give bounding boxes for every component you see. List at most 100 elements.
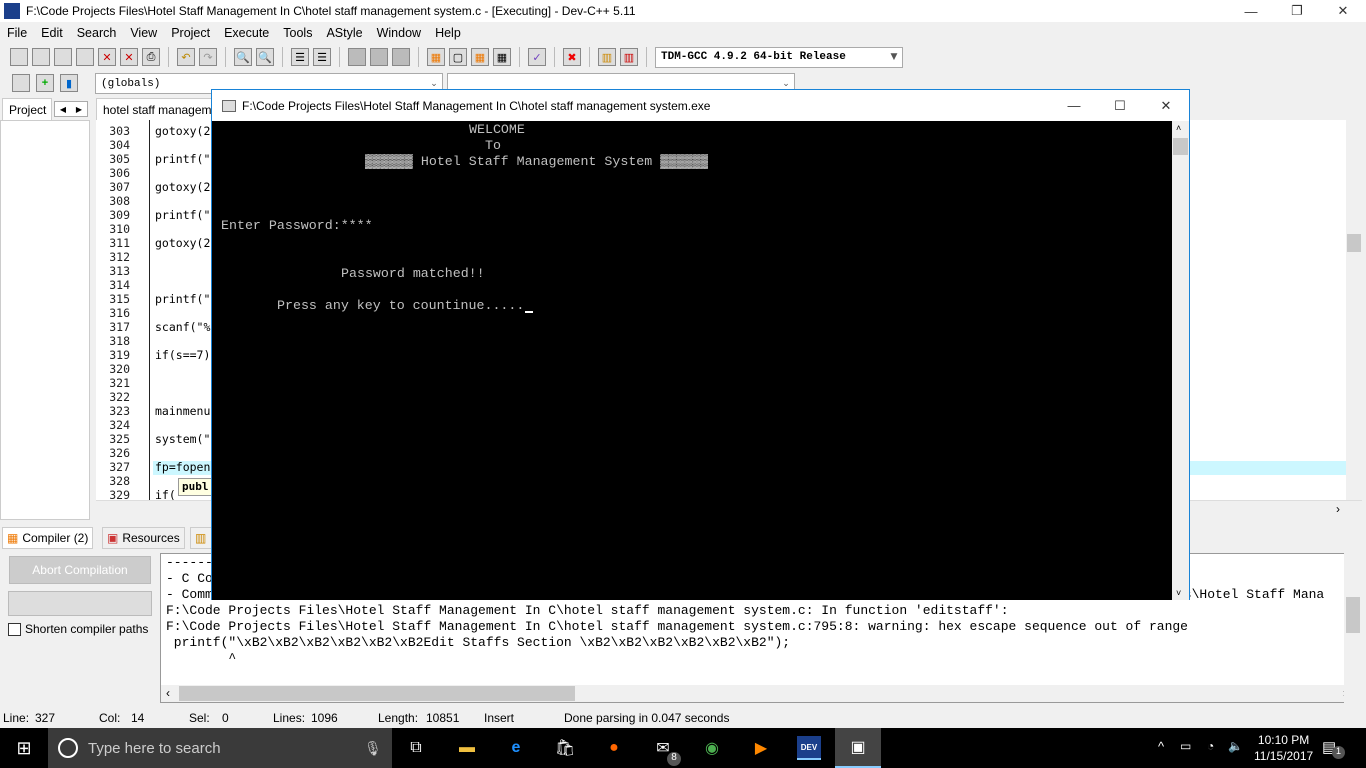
scroll-thumb[interactable]: [179, 686, 575, 701]
left-arrow-icon[interactable]: ◀: [60, 105, 66, 114]
edge-icon[interactable]: e: [504, 736, 528, 760]
taskbar: ⊞ Type here to search 🎙 ⧉ ▬ e 🛍 ● ✉ 8 ◉ ▶…: [0, 728, 1366, 768]
menu-edit[interactable]: Edit: [34, 26, 70, 40]
console-scrollbar[interactable]: ˄ ˅: [1172, 121, 1189, 600]
microphone-icon[interactable]: 🎙: [364, 740, 382, 757]
windows-start-icon[interactable]: ⊞: [12, 736, 36, 760]
menu-search[interactable]: Search: [70, 26, 124, 40]
save-all-icon[interactable]: [76, 48, 94, 66]
up-arrow-icon[interactable]: ˄: [1176, 123, 1181, 133]
class-browser-icon[interactable]: [12, 74, 30, 92]
delete-profile-icon[interactable]: ▥: [620, 48, 638, 66]
console-title-bar: F:\Code Projects Files\Hotel Staff Manag…: [212, 90, 1189, 121]
line-number: 319: [109, 348, 130, 362]
new-file-icon[interactable]: [10, 48, 28, 66]
menu-file[interactable]: File: [0, 26, 34, 40]
save-icon[interactable]: [54, 48, 72, 66]
output-horizontal-scrollbar[interactable]: ‹ ›: [161, 685, 1361, 702]
console-minimize-button[interactable]: —: [1051, 90, 1097, 121]
menu-tools[interactable]: Tools: [276, 26, 319, 40]
tab-project[interactable]: Project: [2, 98, 52, 120]
file-explorer-icon[interactable]: ▬: [455, 736, 479, 760]
syntax-check-icon[interactable]: ✓: [528, 48, 546, 66]
profile-icon[interactable]: ▥: [598, 48, 616, 66]
open-file-icon[interactable]: [32, 48, 50, 66]
devcpp-taskbar-icon[interactable]: DEV: [797, 736, 821, 760]
console-maximize-button[interactable]: ☐: [1097, 90, 1143, 121]
run-icon[interactable]: ▢: [449, 48, 467, 66]
chrome-icon[interactable]: ◉: [700, 736, 724, 760]
console-output[interactable]: WELCOME To ▓▓▓▓▓▓ Hotel Staff Management…: [212, 121, 1172, 600]
store-icon[interactable]: 🛍: [553, 736, 577, 760]
menu-project[interactable]: Project: [164, 26, 217, 40]
console-to: To: [485, 138, 501, 153]
bookmark-icon[interactable]: [392, 48, 410, 66]
cortana-icon[interactable]: [58, 738, 78, 758]
media-player-icon[interactable]: ▶: [749, 736, 773, 760]
line-number: 320: [109, 362, 130, 376]
abort-compilation-button[interactable]: Abort Compilation: [9, 556, 151, 584]
task-view-icon[interactable]: ⧉: [404, 736, 428, 760]
firefox-icon[interactable]: ●: [602, 736, 626, 760]
line-number: 328: [109, 474, 130, 488]
compiler-select[interactable]: TDM-GCC 4.9.2 64-bit Release ▼: [655, 46, 903, 68]
close-file-icon[interactable]: ✕: [98, 48, 116, 66]
scroll-thumb[interactable]: [1173, 138, 1188, 155]
show-hidden-icons[interactable]: ^: [1158, 739, 1164, 754]
replace-icon[interactable]: 🔍: [256, 48, 274, 66]
output-vertical-scrollbar[interactable]: [1344, 553, 1362, 703]
notifications-icon[interactable]: ▤ 1: [1322, 738, 1345, 759]
editor-vertical-scrollbar[interactable]: [1346, 120, 1362, 500]
shorten-paths-option[interactable]: Shorten compiler paths: [8, 622, 148, 636]
scroll-thumb[interactable]: [1347, 234, 1361, 252]
status-sel: 0: [222, 711, 229, 725]
compiler-select-value: TDM-GCC 4.9.2 64-bit Release: [661, 51, 846, 63]
left-arrow-icon[interactable]: ‹: [166, 686, 170, 700]
menu-view[interactable]: View: [123, 26, 164, 40]
stop-execution-icon[interactable]: ✖: [563, 48, 581, 66]
tab-compiler-label: Compiler (2): [22, 531, 89, 545]
unindent-icon[interactable]: ☰: [313, 48, 331, 66]
undo-icon[interactable]: ↶: [177, 48, 195, 66]
taskbar-search[interactable]: Type here to search 🎙: [48, 728, 392, 768]
console-window[interactable]: F:\Code Projects Files\Hotel Staff Manag…: [211, 89, 1190, 600]
wifi-icon[interactable]: ◔: [1207, 739, 1214, 753]
menu-help[interactable]: Help: [428, 26, 468, 40]
rebuild-icon[interactable]: ▦: [493, 48, 511, 66]
compile-icon[interactable]: ▦: [427, 48, 445, 66]
close-button[interactable]: ✕: [1320, 0, 1366, 22]
add-file-icon[interactable]: +: [36, 74, 54, 92]
right-arrow-icon[interactable]: ›: [1336, 502, 1340, 516]
tab-compile-log[interactable]: ▥: [190, 527, 212, 549]
redo-icon[interactable]: ↷: [199, 48, 217, 66]
volume-icon[interactable]: 🔈: [1228, 739, 1243, 753]
project-options-icon[interactable]: ▮: [60, 74, 78, 92]
code-line: printf(": [155, 152, 211, 166]
menu-execute[interactable]: Execute: [217, 26, 276, 40]
indent-icon[interactable]: ☰: [291, 48, 309, 66]
compiler-controls: Abort Compilation Shorten compiler paths: [0, 549, 160, 704]
find-icon[interactable]: 🔍: [234, 48, 252, 66]
restore-button[interactable]: ❐: [1274, 0, 1320, 22]
tab-compiler[interactable]: ▦ Compiler (2): [2, 527, 94, 549]
clock[interactable]: 10:10 PM 11/15/2017: [1254, 732, 1313, 764]
menu-window[interactable]: Window: [370, 26, 428, 40]
forward-icon[interactable]: [370, 48, 388, 66]
right-arrow-icon[interactable]: ▶: [76, 105, 82, 114]
shorten-paths-checkbox[interactable]: [8, 622, 21, 636]
back-icon[interactable]: [348, 48, 366, 66]
line-number: 313: [109, 264, 130, 278]
menu-astyle[interactable]: AStyle: [319, 26, 369, 40]
down-arrow-icon[interactable]: ˅: [1176, 588, 1181, 598]
tab-resources[interactable]: ▣ Resources: [102, 527, 185, 549]
tab-editor-file[interactable]: hotel staff managem: [96, 98, 216, 120]
mail-icon[interactable]: ✉ 8: [651, 736, 681, 766]
battery-icon[interactable]: ▭: [1180, 739, 1191, 753]
console-taskbar-icon[interactable]: ▣: [835, 728, 881, 768]
console-close-button[interactable]: ✕: [1143, 90, 1189, 121]
print-icon[interactable]: ⎙: [142, 48, 160, 66]
close-all-icon[interactable]: ✕: [120, 48, 138, 66]
tab-scroll-arrows[interactable]: ◀ ▶: [54, 101, 88, 117]
minimize-button[interactable]: —: [1228, 0, 1274, 22]
compile-run-icon[interactable]: ▦: [471, 48, 489, 66]
